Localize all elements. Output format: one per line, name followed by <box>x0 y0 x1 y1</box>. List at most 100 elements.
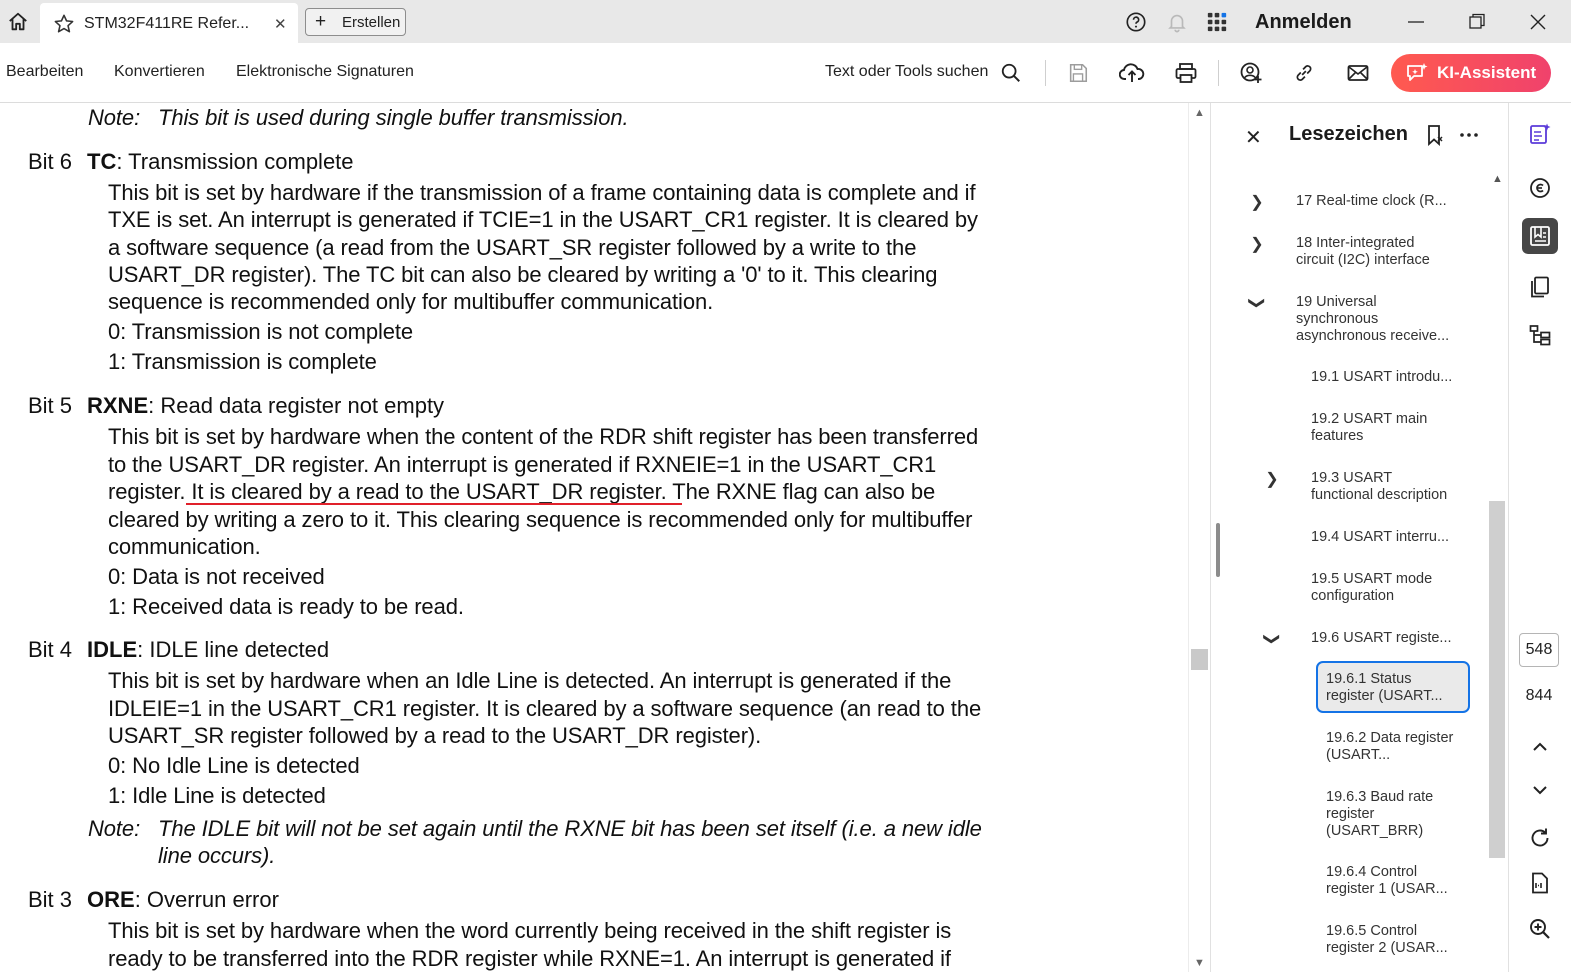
bookmarks-icon[interactable] <box>1522 218 1558 254</box>
bookmark-item[interactable]: 19 Universal synchronous asynchronous re… <box>1296 294 1461 345</box>
bit-heading: RXNE: Read data register not empty <box>87 393 444 419</box>
bookmark-item[interactable]: 19.6.3 Baud rate register (USART_BRR) <box>1326 789 1436 840</box>
print-icon[interactable] <box>1173 60 1199 86</box>
search-icon[interactable] <box>998 60 1024 86</box>
value-line: 0: Transmission is not complete <box>108 319 414 344</box>
zoom-in-icon[interactable] <box>1522 911 1558 947</box>
star-icon[interactable] <box>53 13 75 40</box>
value-line: 1: Idle Line is detected <box>108 783 326 808</box>
toolbar: Bearbeiten Konvertieren Elektronische Si… <box>0 43 1571 103</box>
bit-number: Bit 5 <box>28 393 73 418</box>
structure-tree-icon[interactable] <box>1522 317 1558 353</box>
edit-ai-icon[interactable] <box>1522 116 1558 152</box>
bit-number: Bit 4 <box>28 637 73 662</box>
bit-name: RXNE <box>87 393 149 418</box>
scroll-up-icon[interactable]: ▲ <box>1194 107 1205 119</box>
bit-number: Bit 6 <box>28 149 73 174</box>
panel-title: Lesezeichen <box>1289 123 1408 145</box>
search-tools-label[interactable]: Text oder Tools suchen <box>825 63 988 81</box>
paragraph-line: to the USART_DR register. An interrupt i… <box>108 452 937 477</box>
value-line: 0: No Idle Line is detected <box>108 753 360 778</box>
close-icon[interactable]: ✕ <box>274 15 287 33</box>
bookmark-item[interactable]: 17 Real-time clock (R... <box>1296 193 1456 210</box>
chevron-right-icon[interactable]: ❯ <box>1264 469 1280 489</box>
bookmark-item[interactable]: 19.6.5 Control register 2 (USAR... <box>1326 923 1461 957</box>
toolbar-divider <box>1218 60 1219 86</box>
bookmark-item[interactable]: 19.1 USART introdu... <box>1311 369 1471 386</box>
bookmarks-scrollbar[interactable]: ▲ <box>1487 171 1507 971</box>
total-pages: 844 <box>1525 687 1553 704</box>
bookmark-item[interactable]: 19.6.2 Data register (USART... <box>1326 730 1461 764</box>
bookmark-item[interactable]: 18 Inter-integrated circuit (I2C) interf… <box>1296 235 1456 269</box>
paragraph-line: TXE is set. An interrupt is generated if… <box>108 207 978 232</box>
window-close-icon[interactable] <box>1508 0 1568 43</box>
chevron-down-icon[interactable]: ❯ <box>1262 631 1282 647</box>
panel-resize-handle[interactable] <box>1216 523 1220 577</box>
paragraph-line: cleared by writing a zero to it. This cl… <box>108 507 973 532</box>
bookmark-item[interactable]: 19.3 USART functional description <box>1311 470 1456 504</box>
paragraph-line: IDLEIE=1 in the USART_CR1 register. It i… <box>108 696 982 721</box>
paragraph-line: ready to be transferred into the RDR reg… <box>108 946 951 971</box>
save-icon[interactable] <box>1065 60 1091 86</box>
create-label: Erstellen <box>342 14 401 31</box>
cloud-upload-icon[interactable] <box>1119 60 1145 86</box>
signin-button[interactable]: Anmelden <box>1255 11 1352 34</box>
menu-convert[interactable]: Konvertieren <box>114 63 205 81</box>
rotate-icon[interactable] <box>1522 820 1558 856</box>
bit-name: TC <box>87 149 117 174</box>
share-people-icon[interactable] <box>1238 60 1264 86</box>
plus-icon: + <box>315 11 327 32</box>
minimize-icon[interactable] <box>1386 0 1446 43</box>
bookmark-item[interactable]: 19.5 USART mode configuration <box>1311 571 1441 605</box>
ai-assistant-button[interactable]: KI-Assistent <box>1391 54 1551 92</box>
add-bookmark-icon[interactable] <box>1423 123 1447 147</box>
note-label: Note: <box>88 816 141 841</box>
document-view[interactable]: Note: This bit is used during single buf… <box>0 103 1188 972</box>
apps-icon[interactable] <box>1205 10 1229 34</box>
link-icon[interactable] <box>1291 60 1317 86</box>
ai-assistant-label: KI-Assistent <box>1437 63 1537 82</box>
paragraph-line: This bit is set by hardware when the wor… <box>108 918 952 943</box>
scrollbar-thumb[interactable] <box>1191 649 1208 670</box>
bookmark-item[interactable]: 19.6.4 Control register 1 (USAR... <box>1326 864 1461 898</box>
more-options-icon[interactable] <box>1457 123 1481 147</box>
document-scrollbar[interactable]: ▲ ▼ <box>1188 103 1211 972</box>
menu-e-signatures[interactable]: Elektronische Signaturen <box>236 63 414 81</box>
scroll-down-icon[interactable]: ▼ <box>1194 957 1205 969</box>
paragraph-line: USART_DR register). The TC bit can also … <box>108 262 938 287</box>
bell-icon[interactable] <box>1165 10 1189 34</box>
bit-heading: TC: Transmission complete <box>87 149 354 175</box>
toolbar-divider <box>1045 60 1046 86</box>
help-icon[interactable] <box>1124 10 1148 34</box>
chevron-up-icon[interactable] <box>1522 729 1558 765</box>
chevron-right-icon[interactable]: ❯ <box>1249 234 1265 254</box>
document-tab[interactable]: STM32F411RE Refer... ✕ <box>40 3 298 43</box>
pages-icon[interactable] <box>1522 269 1558 305</box>
home-icon[interactable] <box>0 0 36 43</box>
tab-title: STM32F411RE Refer... <box>84 15 250 32</box>
create-button[interactable]: + Erstellen <box>305 8 406 36</box>
bit-title: : Transmission complete <box>116 149 354 174</box>
note-label: Note: <box>88 105 141 130</box>
bit-title: : IDLE line detected <box>137 637 330 662</box>
bookmark-item-selected[interactable]: 19.6.1 Status register (USART... <box>1326 671 1461 705</box>
close-icon[interactable]: ✕ <box>1245 125 1262 150</box>
right-tool-rail: 548 844 <box>1508 103 1571 972</box>
mail-icon[interactable] <box>1345 60 1371 86</box>
paragraph-line: communication. <box>108 534 261 559</box>
chevron-down-icon[interactable] <box>1522 772 1558 808</box>
scrollbar-thumb[interactable] <box>1489 501 1505 858</box>
chevron-down-icon[interactable]: ❯ <box>1247 295 1267 311</box>
bookmarks-panel: ✕ Lesezeichen ❯ 17 Real-time clock (R...… <box>1210 103 1509 972</box>
bookmark-item[interactable]: 19.4 USART interru... <box>1311 529 1471 546</box>
scroll-up-icon[interactable]: ▲ <box>1492 173 1503 185</box>
chevron-right-icon[interactable]: ❯ <box>1249 192 1265 212</box>
bookmark-item[interactable]: 19.2 USART main features <box>1311 411 1441 445</box>
bookmark-item[interactable]: 19.6 USART registe... <box>1311 630 1471 647</box>
current-page-field[interactable]: 548 <box>1519 633 1559 667</box>
text-highlight-underline <box>186 503 682 505</box>
maximize-icon[interactable] <box>1447 0 1507 43</box>
menu-edit[interactable]: Bearbeiten <box>6 63 83 81</box>
fit-page-icon[interactable] <box>1522 865 1558 901</box>
comment-icon[interactable] <box>1522 170 1558 206</box>
